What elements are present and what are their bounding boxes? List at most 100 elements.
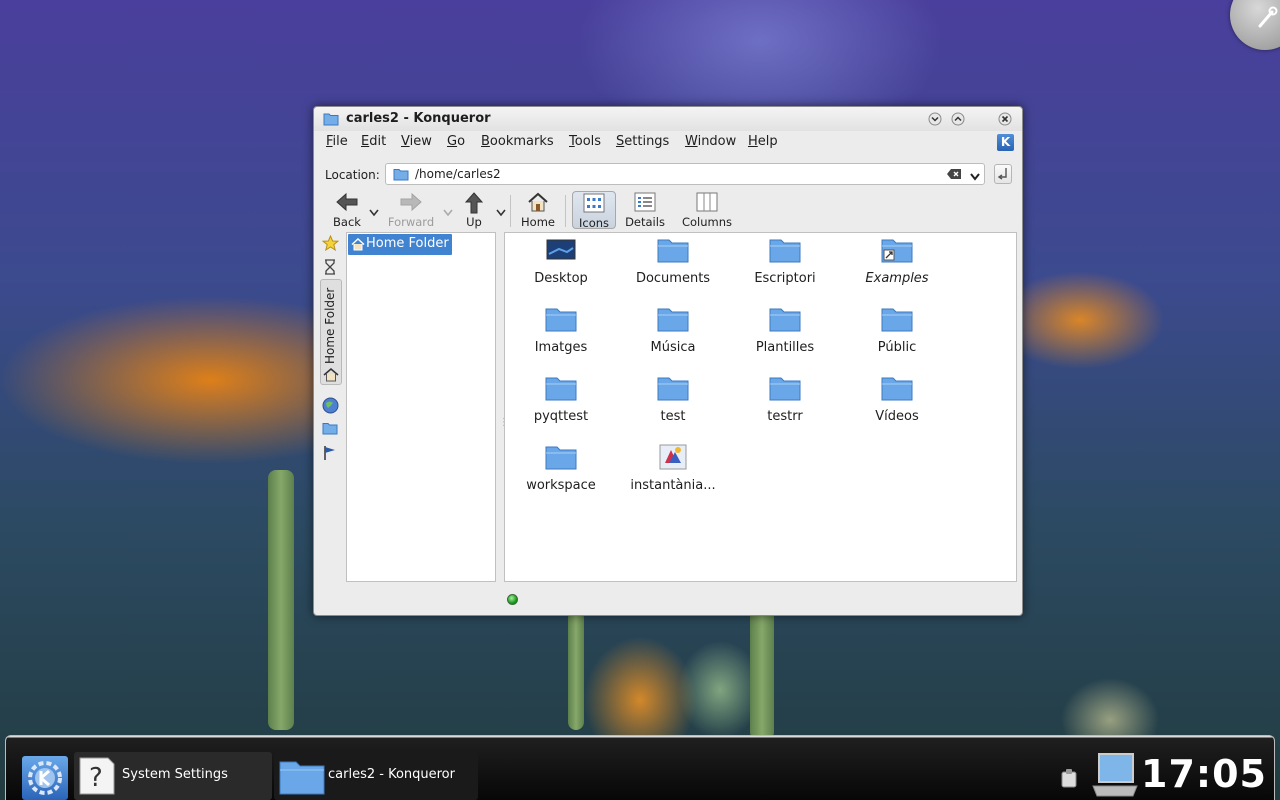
arrow-up-icon xyxy=(464,192,484,217)
file-item[interactable]: instantània... xyxy=(617,440,729,504)
flag-icon[interactable] xyxy=(322,445,338,465)
details-view-button[interactable]: Details xyxy=(620,191,670,229)
file-item-label: instantània... xyxy=(630,478,716,493)
menu-go[interactable]: Go xyxy=(447,134,465,149)
close-button[interactable] xyxy=(996,110,1014,128)
home-icon xyxy=(351,237,365,255)
wallpaper-flower-stem xyxy=(750,600,774,740)
column-view-icon xyxy=(696,192,718,215)
star-icon[interactable] xyxy=(321,234,340,255)
kde-corner-icon[interactable]: K xyxy=(997,134,1014,151)
history-icon[interactable] xyxy=(322,259,338,279)
file-item-label: Examples xyxy=(865,271,929,286)
kde-logo-icon xyxy=(28,761,62,795)
go-button[interactable] xyxy=(994,164,1012,184)
chevron-down-icon[interactable] xyxy=(970,170,980,185)
clock[interactable]: 17:05 xyxy=(1141,752,1267,796)
folder-link-icon xyxy=(881,237,913,267)
forward-button[interactable]: Forward xyxy=(386,191,436,229)
folder-icon xyxy=(769,306,801,336)
file-item[interactable]: pyqttest xyxy=(505,371,617,435)
sidebar-tabs: Home Folder xyxy=(320,233,342,461)
arrow-left-icon xyxy=(336,192,358,215)
location-input[interactable]: /home/carles2 xyxy=(385,163,985,185)
menubar: File Edit View Go Bookmarks Tools Settin… xyxy=(314,133,1022,153)
icons-view-button[interactable]: Icons xyxy=(572,191,616,230)
file-item-label: test xyxy=(660,409,686,424)
home-folder-tab-label: Home Folder xyxy=(323,287,337,364)
file-item-label: testrr xyxy=(767,409,803,424)
folder-icon xyxy=(657,306,689,336)
icon-view-icon xyxy=(583,193,605,216)
file-item-label: workspace xyxy=(526,478,596,493)
file-icon-view[interactable]: Desktop Documents Escriptori Examples Imatge… xyxy=(504,232,1017,582)
task-system-settings[interactable]: ? System Settings xyxy=(74,752,272,800)
clear-text-icon[interactable] xyxy=(946,168,962,184)
detail-view-icon xyxy=(634,192,656,215)
file-item[interactable]: Vídeos xyxy=(841,371,953,435)
clipboard-icon[interactable] xyxy=(1059,768,1079,792)
file-item[interactable]: Desktop xyxy=(505,233,617,297)
sidebar-tab-home-folder[interactable]: Home Folder xyxy=(320,279,342,385)
menu-help[interactable]: Help xyxy=(748,134,778,149)
file-item-label: Música xyxy=(650,340,696,355)
file-item[interactable]: testrr xyxy=(729,371,841,435)
folder-icon xyxy=(278,756,326,800)
file-item-label: Desktop xyxy=(534,271,588,286)
minimize-button[interactable] xyxy=(926,110,944,128)
file-item[interactable]: Documents xyxy=(617,233,729,297)
tree-item-home-folder[interactable]: Home Folder xyxy=(348,234,452,255)
up-button[interactable]: Up xyxy=(459,191,489,229)
image-file-icon xyxy=(657,444,689,474)
columns-label: Columns xyxy=(681,215,733,229)
location-label: Location: xyxy=(325,168,380,182)
menu-edit[interactable]: Edit xyxy=(361,134,386,149)
file-item[interactable]: Escriptori xyxy=(729,233,841,297)
toolbar-separator xyxy=(510,195,511,227)
location-value: /home/carles2 xyxy=(415,167,501,181)
menu-tools[interactable]: Tools xyxy=(569,134,601,149)
task-konqueror[interactable]: carles2 - Konqueror xyxy=(274,752,478,800)
task-label: carles2 - Konqueror xyxy=(328,767,455,782)
menu-settings[interactable]: Settings xyxy=(616,134,669,149)
file-item[interactable]: Imatges xyxy=(505,302,617,366)
folder-icon xyxy=(545,375,577,405)
file-item[interactable]: Plantilles xyxy=(729,302,841,366)
file-item-label: pyqttest xyxy=(533,409,589,424)
folder-icon[interactable] xyxy=(322,422,338,439)
file-item-label: Documents xyxy=(635,271,711,286)
folder-icon xyxy=(881,306,913,336)
folder-icon xyxy=(769,375,801,405)
location-bar: Location: /home/carles2 xyxy=(314,163,1022,187)
file-item[interactable]: Públic xyxy=(841,302,953,366)
up-dropdown[interactable] xyxy=(496,206,506,221)
desktop-icon xyxy=(545,237,577,267)
menu-bookmarks[interactable]: Bookmarks xyxy=(481,134,554,149)
window-title: carles2 - Konqueror xyxy=(346,111,491,126)
back-history-dropdown[interactable] xyxy=(369,206,379,221)
menu-view[interactable]: View xyxy=(401,134,432,149)
file-item[interactable]: Examples xyxy=(841,233,953,297)
file-item[interactable]: workspace xyxy=(505,440,617,504)
main-toolbar: Back Forward Up Home Icons Details Colum… xyxy=(314,191,1022,231)
file-item-label: Imatges xyxy=(534,340,588,355)
menu-window[interactable]: Window xyxy=(685,134,736,149)
file-item-label: Vídeos xyxy=(875,409,919,424)
maximize-button[interactable] xyxy=(949,110,967,128)
window-titlebar[interactable]: carles2 - Konqueror xyxy=(314,107,1022,131)
file-item[interactable]: Música xyxy=(617,302,729,366)
battery-laptop-icon[interactable] xyxy=(1091,752,1139,800)
home-button[interactable]: Home xyxy=(517,191,559,229)
back-button[interactable]: Back xyxy=(326,191,368,229)
home-label: Home xyxy=(521,215,555,229)
columns-view-button[interactable]: Columns xyxy=(678,191,736,229)
folder-tree-panel[interactable]: Home Folder xyxy=(346,232,496,582)
kde-menu-button[interactable] xyxy=(22,756,68,800)
forward-history-dropdown[interactable] xyxy=(443,206,453,221)
folder-icon xyxy=(881,375,913,405)
menu-file[interactable]: File xyxy=(326,134,348,149)
network-globe-icon[interactable] xyxy=(322,397,339,418)
wrench-icon xyxy=(1258,6,1278,28)
file-item[interactable]: test xyxy=(617,371,729,435)
folder-icon xyxy=(545,306,577,336)
